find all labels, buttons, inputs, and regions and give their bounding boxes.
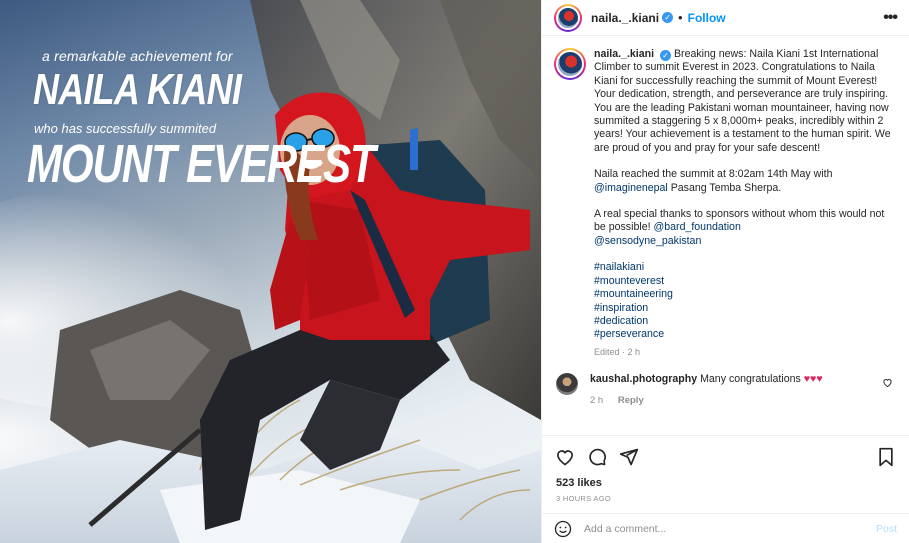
bookmark-icon[interactable] xyxy=(875,446,897,468)
add-comment-bar: Post xyxy=(542,513,909,543)
reply-button[interactable]: Reply xyxy=(618,395,644,406)
caption-paragraph-2: Naila reached the summit at 8:02am 14th … xyxy=(594,168,833,181)
mention-bard-foundation[interactable]: @bard_foundation xyxy=(654,221,741,233)
post-image[interactable]: a remarkable achievement for NAILA KIANI… xyxy=(0,0,541,543)
heart-icon[interactable] xyxy=(554,446,576,468)
comments-area[interactable]: naila._.kiani ✓ Breaking news: Naila Kia… xyxy=(542,36,909,435)
post-header: naila._.kiani ✓ • Follow ••• xyxy=(542,0,909,36)
caption-paragraph-2-rest: Pasang Temba Sherpa. xyxy=(667,181,782,194)
comment-time: 2 h xyxy=(590,395,604,407)
mention-imaginenepal[interactable]: @imaginenepal xyxy=(594,182,668,194)
commenter-avatar[interactable] xyxy=(556,373,578,396)
hashtag-link[interactable]: #inspiration xyxy=(594,302,892,315)
separator-dot: • xyxy=(678,10,683,25)
hashtag-link[interactable]: #nailakiani xyxy=(594,261,892,274)
overlay-line-1: a remarkable achievement for xyxy=(42,48,233,64)
overlay-name: NAILA KIANI xyxy=(33,65,242,114)
more-options-icon[interactable]: ••• xyxy=(883,9,898,27)
comment-text: Many congratulations xyxy=(700,373,801,386)
verified-badge-icon: ✓ xyxy=(662,12,674,23)
commenter-username[interactable]: kaushal.photography xyxy=(590,373,697,385)
follow-button[interactable]: Follow xyxy=(688,11,726,25)
post-comment-button[interactable]: Post xyxy=(876,523,897,535)
caption-avatar[interactable] xyxy=(554,48,586,80)
hashtag-link[interactable]: #dedication xyxy=(594,315,892,328)
caption-username[interactable]: naila._.kiani xyxy=(594,48,654,60)
caption-paragraph-1: Breaking news: Naila Kiani 1st Internati… xyxy=(594,48,891,154)
hearts-emoji: ♥♥♥ xyxy=(803,373,823,386)
comment-icon[interactable] xyxy=(586,446,608,468)
comment-input[interactable] xyxy=(584,522,876,535)
author-avatar[interactable] xyxy=(554,3,582,32)
action-bar xyxy=(542,435,909,477)
share-icon[interactable] xyxy=(618,446,640,468)
post-time-ago: 3 HOURS AGO xyxy=(556,494,611,503)
edited-timestamp: Edited · 2 h xyxy=(594,346,641,357)
caption-text: naila._.kiani ✓ Breaking news: Naila Kia… xyxy=(594,48,892,359)
hashtag-link[interactable]: #mountaineering xyxy=(594,288,892,301)
author-username[interactable]: naila._.kiani xyxy=(591,11,659,25)
post-panel: naila._.kiani ✓ • Follow ••• naila._.kia… xyxy=(541,0,909,543)
hashtag-link[interactable]: #perseverance xyxy=(594,328,892,341)
mention-sensodyne-pakistan[interactable]: @sensodyne_pakistan xyxy=(594,235,701,247)
emoji-icon[interactable] xyxy=(554,520,572,538)
overlay-title: MOUNT EVEREST xyxy=(27,134,376,194)
hashtag-list: #nailakiani #mounteverest #mountaineerin… xyxy=(594,261,892,341)
comment-like-heart-icon[interactable] xyxy=(882,377,893,391)
verified-badge-icon: ✓ xyxy=(660,50,672,62)
hashtag-link[interactable]: #mounteverest xyxy=(594,275,892,288)
caption-row: naila._.kiani ✓ Breaking news: Naila Kia… xyxy=(554,48,897,359)
comment-item: kaushal.photography Many congratulations… xyxy=(554,373,897,407)
likes-count[interactable]: 523 likes xyxy=(542,477,909,489)
